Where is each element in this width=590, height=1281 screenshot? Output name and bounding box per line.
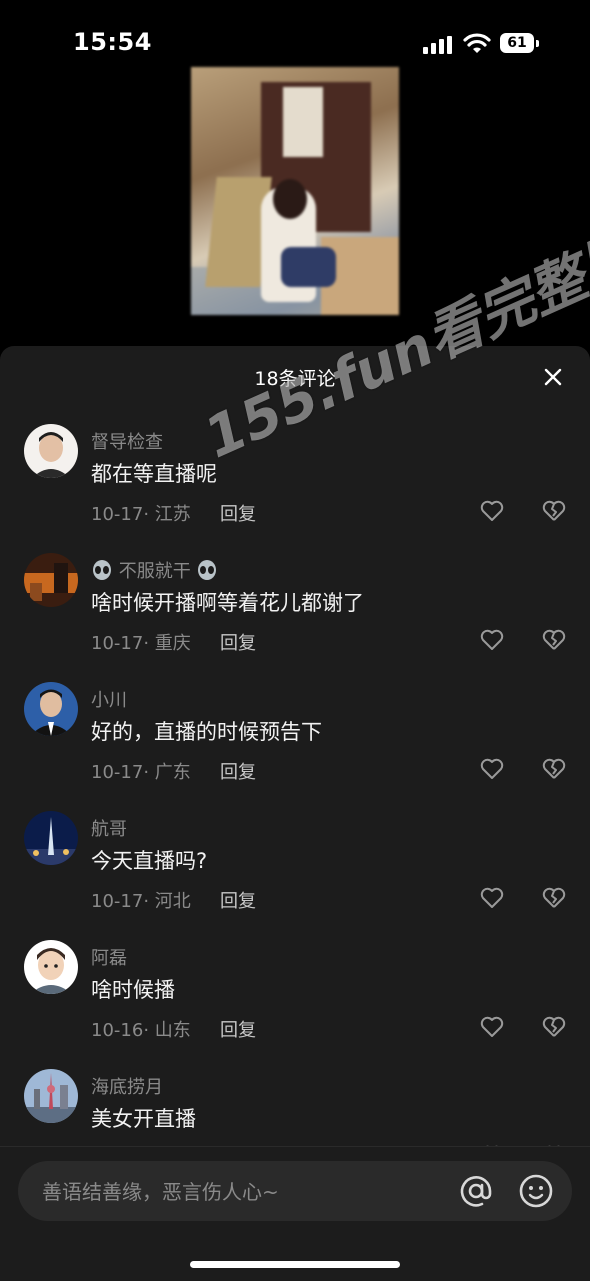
comment-username[interactable]: 不服就干 [91, 557, 218, 583]
user-avatar[interactable] [24, 940, 78, 994]
comment-meta: 10-17· 广东 [91, 762, 191, 783]
user-avatar[interactable] [24, 811, 78, 865]
user-avatar[interactable] [24, 682, 78, 736]
comment-username[interactable]: 航哥 [91, 815, 127, 841]
broken-heart-icon[interactable] [541, 627, 567, 653]
mention-icon[interactable] [458, 1173, 494, 1209]
alien-icon [93, 560, 111, 580]
cellular-signal-icon [423, 36, 452, 54]
reply-button[interactable]: 回复 [220, 887, 256, 913]
status-time: 15:54 [73, 28, 152, 56]
comment-username[interactable]: 海底捞月 [91, 1073, 163, 1099]
comment-item: 航哥 今天直播吗? 10-17· 河北 回复 [0, 811, 590, 939]
comment-item: 阿磊 啥时候播 10-16· 山东 回复 [0, 940, 590, 1068]
comments-header: 18条评论 [0, 346, 590, 406]
comment-text: 好的，直播的时候预告下 [91, 720, 322, 744]
broken-heart-icon[interactable] [541, 885, 567, 911]
reply-button[interactable]: 回复 [220, 1016, 256, 1042]
comment-meta: 10-17· 江苏 [91, 504, 191, 525]
comment-username[interactable]: 阿磊 [91, 944, 127, 970]
comment-username[interactable]: 督导检查 [91, 428, 163, 454]
comment-text: 啥时候开播啊等着花儿都谢了 [91, 591, 364, 615]
battery-icon: 61 [500, 33, 540, 55]
comment-text: 都在等直播呢 [91, 462, 217, 486]
emoji-icon[interactable] [518, 1173, 554, 1209]
comment-input-bar [0, 1146, 590, 1281]
broken-heart-icon[interactable] [541, 1014, 567, 1040]
alien-icon [198, 560, 217, 580]
home-indicator[interactable] [190, 1261, 400, 1268]
comment-input[interactable] [40, 1176, 444, 1208]
comment-meta: 10-16· 山东 [91, 1020, 191, 1041]
user-avatar[interactable] [24, 553, 78, 607]
comment-item: 不服就干 啥时候开播啊等着花儿都谢了 10-17· 重庆 回复 [0, 553, 590, 681]
comment-input-box[interactable] [18, 1161, 572, 1221]
comment-text: 美女开直播 [91, 1107, 196, 1131]
comments-count-title: 18条评论 [254, 368, 336, 390]
comment-item: 小川 好的，直播的时候预告下 10-17· 广东 回复 [0, 682, 590, 810]
heart-icon[interactable] [479, 498, 505, 524]
heart-icon[interactable] [479, 1014, 505, 1040]
reply-button[interactable]: 回复 [220, 500, 256, 526]
reply-button[interactable]: 回复 [220, 758, 256, 784]
reply-button[interactable]: 回复 [220, 629, 256, 655]
broken-heart-icon[interactable] [541, 756, 567, 782]
comment-item: 督导检查 都在等直播呢 10-17· 江苏 回复 [0, 424, 590, 552]
broken-heart-icon[interactable] [541, 498, 567, 524]
battery-level: 61 [500, 33, 534, 53]
comment-text: 啥时候播 [91, 978, 175, 1002]
heart-icon[interactable] [479, 627, 505, 653]
comments-sheet: 18条评论 督导检查 都在等直播呢 10-17· 江苏 回复 不服就干 啥时候开… [0, 346, 590, 1280]
heart-icon[interactable] [479, 756, 505, 782]
user-avatar[interactable] [24, 1069, 78, 1123]
user-avatar[interactable] [24, 424, 78, 478]
comment-username[interactable]: 小川 [91, 686, 127, 712]
comment-meta: 10-17· 重庆 [91, 633, 191, 654]
heart-icon[interactable] [479, 885, 505, 911]
comment-text: 今天直播吗? [91, 849, 208, 873]
close-icon[interactable] [540, 364, 566, 390]
video-thumbnail[interactable] [191, 67, 399, 315]
wifi-icon [463, 33, 491, 53]
comment-meta: 10-17· 河北 [91, 891, 191, 912]
